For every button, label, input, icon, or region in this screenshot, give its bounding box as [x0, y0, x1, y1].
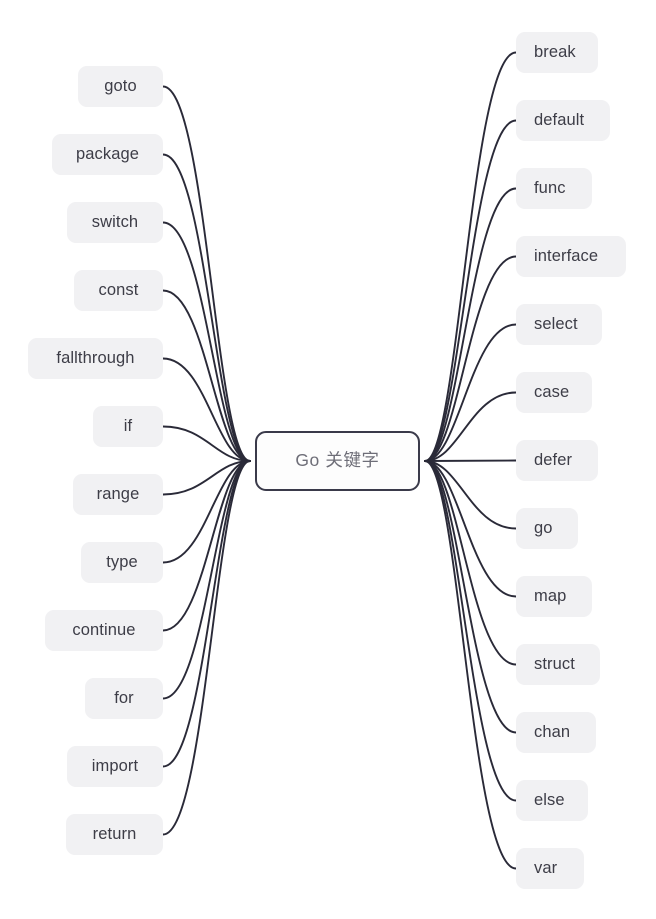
- keyword-node-label: struct: [534, 655, 575, 674]
- connector-interface: [424, 255, 517, 462]
- keyword-node-label: defer: [534, 451, 573, 470]
- keyword-node-const[interactable]: const: [74, 270, 163, 311]
- keyword-node-else[interactable]: else: [516, 780, 588, 821]
- keyword-node-label: if: [123, 417, 133, 436]
- keyword-node-label: package: [75, 145, 140, 164]
- keyword-node-struct[interactable]: struct: [516, 644, 600, 685]
- keyword-node-func[interactable]: func: [516, 168, 592, 209]
- connector-go: [424, 460, 517, 530]
- keyword-node-label: fallthrough: [56, 349, 135, 368]
- keyword-node-label: return: [92, 825, 137, 844]
- keyword-node-if[interactable]: if: [93, 406, 163, 447]
- keyword-node-label: else: [534, 791, 565, 810]
- connector-break: [424, 51, 517, 462]
- keyword-node-defer[interactable]: defer: [516, 440, 598, 481]
- keyword-node-case[interactable]: case: [516, 372, 592, 413]
- connector-struct: [424, 460, 517, 666]
- keyword-node-return[interactable]: return: [66, 814, 163, 855]
- keyword-node-default[interactable]: default: [516, 100, 610, 141]
- connector-return: [162, 460, 251, 836]
- connector-var: [424, 460, 517, 870]
- keyword-node-label: const: [98, 281, 139, 300]
- connector-chan: [424, 460, 517, 734]
- keyword-node-switch[interactable]: switch: [67, 202, 163, 243]
- connector-map: [424, 460, 517, 598]
- keyword-node-import[interactable]: import: [67, 746, 163, 787]
- connector-default: [424, 119, 517, 462]
- keyword-node-fallthrough[interactable]: fallthrough: [28, 338, 163, 379]
- connector-switch: [162, 221, 251, 462]
- keyword-node-label: case: [534, 383, 570, 402]
- keyword-node-label: break: [534, 43, 576, 62]
- keyword-node-var[interactable]: var: [516, 848, 584, 889]
- connector-if: [162, 425, 251, 462]
- keyword-node-label: var: [534, 859, 558, 878]
- keyword-node-goto[interactable]: goto: [78, 66, 163, 107]
- keyword-node-label: go: [534, 519, 553, 538]
- connector-fallthrough: [162, 357, 251, 462]
- connector-func: [424, 187, 517, 462]
- keyword-node-select[interactable]: select: [516, 304, 602, 345]
- keyword-node-label: goto: [104, 77, 137, 96]
- keyword-node-label: default: [534, 111, 585, 130]
- keyword-node-go[interactable]: go: [516, 508, 578, 549]
- keyword-node-interface[interactable]: interface: [516, 236, 626, 277]
- keyword-node-break[interactable]: break: [516, 32, 598, 73]
- connector-type: [162, 460, 251, 564]
- connector-continue: [162, 460, 251, 632]
- keyword-node-label: func: [534, 179, 566, 198]
- keyword-node-label: import: [91, 757, 139, 776]
- connector-const: [162, 289, 251, 462]
- keyword-node-label: interface: [534, 247, 599, 266]
- connector-case: [424, 391, 517, 462]
- connector-defer: [424, 459, 517, 462]
- keyword-node-range[interactable]: range: [73, 474, 163, 515]
- connector-package: [162, 153, 251, 462]
- keyword-node-label: map: [534, 587, 567, 606]
- keyword-node-label: continue: [72, 621, 136, 640]
- central-node-label: Go 关键字: [295, 450, 380, 471]
- keyword-node-chan[interactable]: chan: [516, 712, 596, 753]
- connector-else: [424, 460, 517, 802]
- connector-range: [162, 460, 251, 496]
- connector-select: [424, 323, 517, 462]
- mind-map-canvas: Go 关键字 goto package switch const fallthrough…: [0, 0, 656, 919]
- connector-goto: [162, 85, 251, 462]
- keyword-node-continue[interactable]: continue: [45, 610, 163, 651]
- central-node[interactable]: Go 关键字: [255, 431, 420, 491]
- keyword-node-package[interactable]: package: [52, 134, 163, 175]
- connector-import: [162, 460, 251, 768]
- keyword-node-label: chan: [534, 723, 571, 742]
- keyword-node-map[interactable]: map: [516, 576, 592, 617]
- keyword-node-label: switch: [91, 213, 139, 232]
- keyword-node-label: range: [96, 485, 140, 504]
- keyword-node-label: type: [106, 553, 138, 572]
- keyword-node-label: for: [114, 689, 134, 708]
- connector-for: [162, 460, 251, 700]
- keyword-node-label: select: [534, 315, 578, 334]
- keyword-node-for[interactable]: for: [85, 678, 163, 719]
- keyword-node-type[interactable]: type: [81, 542, 163, 583]
